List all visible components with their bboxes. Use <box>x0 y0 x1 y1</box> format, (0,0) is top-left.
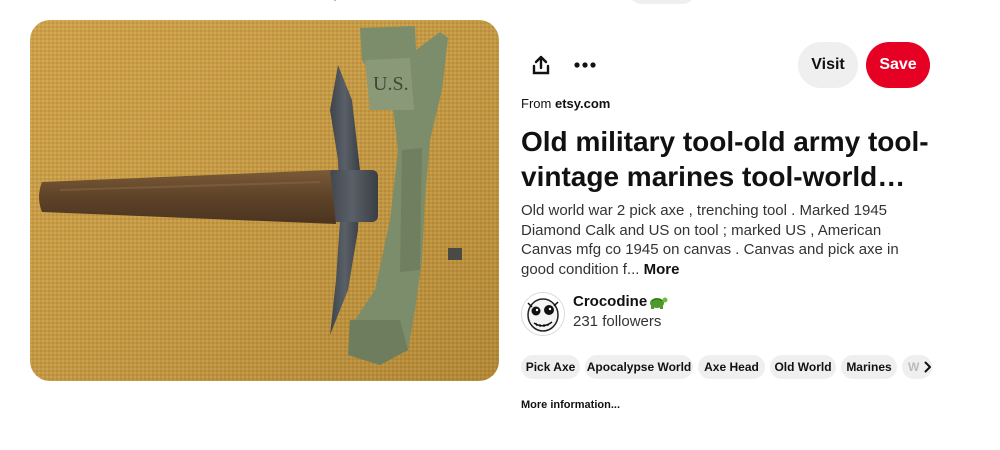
top-divider-mark <box>334 0 336 1</box>
turtle-icon <box>650 297 668 309</box>
creator-name[interactable]: Crocodine <box>573 293 647 310</box>
creator-block: Crocodine 231 followers <box>521 290 821 336</box>
more-options-button[interactable] <box>567 47 603 83</box>
pin-description: Old world war 2 pick axe , trenching too… <box>521 201 936 279</box>
tag-pill[interactable]: Marines <box>841 355 897 379</box>
share-icon <box>532 55 550 75</box>
visit-button[interactable]: Visit <box>798 42 858 88</box>
more-options-icon <box>574 62 596 68</box>
chevron-right-icon <box>924 361 931 373</box>
pin-actions-bar: Visit Save <box>521 42 931 88</box>
save-button[interactable]: Save <box>866 42 930 88</box>
follower-count: 231 followers <box>573 313 662 330</box>
avatar[interactable] <box>521 292 565 336</box>
avatar-face-icon <box>522 293 564 335</box>
tag-pill[interactable]: Old World <box>770 355 836 379</box>
more-information-link[interactable]: More information... <box>521 399 620 411</box>
source-domain-link[interactable]: etsy.com <box>555 96 610 111</box>
tag-pill[interactable]: Pick Axe <box>521 355 580 379</box>
description-more-link[interactable]: More <box>644 261 680 278</box>
pin-image[interactable]: U.S. <box>30 20 499 381</box>
tags-next-button[interactable] <box>919 357 937 377</box>
description-text: Old world war 2 pick axe , trenching too… <box>521 202 899 278</box>
tag-pill[interactable]: Apocalypse World <box>585 355 693 379</box>
source-prefix: From <box>521 96 552 111</box>
tag-pill[interactable]: Axe Head <box>698 355 765 379</box>
us-stamp: U.S. <box>373 73 409 95</box>
pin-source: From etsy.com <box>521 96 610 111</box>
pin-title: Old military tool-old army tool-vintage … <box>521 126 929 192</box>
share-button[interactable] <box>523 47 559 83</box>
tag-row: Pick Axe Apocalypse World Axe Head Old W… <box>521 355 937 379</box>
top-pill-edge <box>630 0 694 4</box>
